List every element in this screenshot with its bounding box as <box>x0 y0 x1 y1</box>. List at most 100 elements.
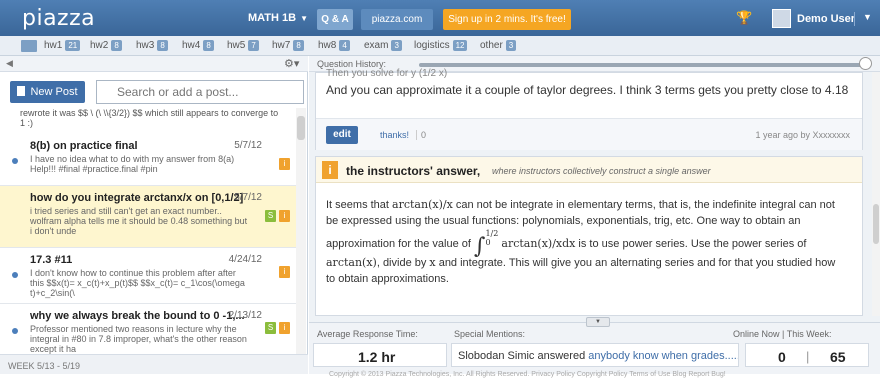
folder-count: 8 <box>111 40 122 51</box>
math-expression: arctan(x) <box>326 256 377 269</box>
mentions-label: Special Mentions: <box>454 329 526 339</box>
course-name: MATH 1B <box>248 12 297 24</box>
unread-dot <box>12 328 18 334</box>
folder-count: 7 <box>248 40 259 51</box>
user-name[interactable]: Demo User <box>797 13 855 25</box>
folder-hw5[interactable]: hw5 7 <box>227 40 259 51</box>
integral-sign: ∫ <box>473 234 486 259</box>
instructor-badge: i <box>279 266 290 278</box>
avatar[interactable] <box>772 9 791 28</box>
student-answer-card: Then you solve for y (1/2 x) And you can… <box>315 68 863 150</box>
scrollbar-thumb[interactable] <box>873 204 879 244</box>
feed-list: rewrote it was $$ \ (\ \\{3/2}) $$ which… <box>0 108 308 366</box>
thanks-button[interactable]: thanks! <box>380 130 409 140</box>
math-expression: arctan(x)/xdx <box>501 237 576 250</box>
stats-bar: ▼ Average Response Time: Special Mention… <box>309 317 880 378</box>
folder-count: 3 <box>391 40 402 51</box>
feed-scrollbar[interactable] <box>296 108 306 354</box>
student-badge: S <box>265 322 276 334</box>
collapse-arrow-icon[interactable]: ◀ <box>6 58 13 69</box>
folder-logistics[interactable]: logistics 12 <box>414 40 468 51</box>
nav-piazza-link[interactable]: piazza.com <box>361 9 433 30</box>
post-snippet: Professor mentioned two reasons in lectu… <box>30 324 247 354</box>
avg-response-value: 1.2 hr <box>358 349 396 365</box>
slider-handle[interactable] <box>859 57 872 70</box>
post-snippet: i tried series and still can't get an ex… <box>30 206 248 236</box>
feed-toolbar: ◀ ⚙▾ <box>0 56 308 72</box>
online-box: 0 | 65 <box>745 343 869 367</box>
week-divider[interactable]: WEEK 5/13 - 5/19 <box>0 354 308 374</box>
thanks-count: 0 <box>416 130 426 140</box>
post-title: 8(b) on practice final <box>30 140 138 152</box>
folder-hw1[interactable]: hw1 21 <box>44 40 81 51</box>
folder-exam[interactable]: exam 3 <box>364 40 402 51</box>
partial-text: Then you solve for y (1/2 x) <box>326 68 448 79</box>
folder-count: 8 <box>157 40 168 51</box>
post-feed-pane: ◀ ⚙▾ New Post 🔍 rewrote it was $$ \ (\ \… <box>0 56 308 374</box>
mention-text: Slobodan Simic answered anybody know whe… <box>458 350 738 362</box>
folder-hw8[interactable]: hw8 4 <box>318 40 350 51</box>
folder-icon[interactable] <box>21 40 37 52</box>
trophy-icon[interactable]: 🏆 <box>736 10 752 26</box>
post-snippet: I don't know how to continue this proble… <box>30 268 245 298</box>
folder-hw4[interactable]: hw4 8 <box>182 40 214 51</box>
answer-footer: edit thanks! 0 1 year ago by Xxxxxxxx <box>316 118 862 150</box>
integral-limits: 1/2 0 <box>485 229 499 247</box>
instructor-badge: i <box>279 322 290 334</box>
scrollbar-thumb[interactable] <box>297 116 305 140</box>
folder-hw3[interactable]: hw3 8 <box>136 40 168 51</box>
folder-count: 8 <box>203 40 214 51</box>
folder-other[interactable]: other 3 <box>480 40 517 51</box>
course-selector[interactable]: MATH 1B ▼ <box>248 12 308 24</box>
nav-qa-tab[interactable]: Q & A <box>317 9 353 30</box>
mentions-box: Slobodan Simic answered anybody know whe… <box>451 343 739 367</box>
main-content: Question History: Then you solve for y (… <box>309 56 880 378</box>
post-date: 5/7/12 <box>234 192 262 203</box>
instructor-badge: i <box>279 158 290 170</box>
user-menu-chevron-icon[interactable]: ▼ <box>854 12 872 26</box>
signup-button[interactable]: Sign up in 2 mins. It's free! <box>443 9 571 30</box>
mention-link[interactable]: anybody know when grades...... <box>588 350 738 362</box>
student-badge: S <box>265 210 276 222</box>
instructor-badge: i <box>279 210 290 222</box>
footer-text: Copyright © 2013 Piazza Technologies, In… <box>329 371 726 378</box>
instructor-answer-subtitle: where instructors collectively construct… <box>492 166 711 176</box>
student-answer-text: And you can approximate it a couple of t… <box>326 83 849 97</box>
instructor-icon: i <box>322 161 338 179</box>
post-date: 5/7/12 <box>234 140 262 151</box>
post-snippet: I have no idea what to do with my answer… <box>30 154 235 174</box>
week-label: WEEK 5/13 - 5/19 <box>8 361 81 371</box>
divider: | <box>806 349 810 364</box>
search-input[interactable] <box>96 80 304 104</box>
edit-button[interactable]: edit <box>326 126 358 144</box>
gear-icon[interactable]: ⚙▾ <box>284 57 299 70</box>
folder-count: 4 <box>339 40 350 51</box>
post-date: 2/13/12 <box>228 310 262 321</box>
question-history-slider[interactable] <box>419 63 863 67</box>
partial-post-snippet: rewrote it was $$ \ (\ \\{3/2}) $$ which… <box>20 108 279 128</box>
unread-dot <box>12 272 18 278</box>
stats-toggle[interactable]: ▼ <box>586 317 610 327</box>
new-post-icon <box>17 86 26 96</box>
unread-dot <box>12 158 18 164</box>
new-post-button[interactable]: New Post <box>10 81 85 103</box>
content-scrollbar[interactable] <box>872 72 880 316</box>
instructor-answer-text: It seems that arctan(x)/x can not be int… <box>326 198 836 285</box>
list-item[interactable]: why we always break the bound to 0 -1,..… <box>0 304 296 358</box>
folder-count: 3 <box>505 40 517 51</box>
list-item-selected[interactable]: how do you integrate arctanx/x on [0,1/2… <box>0 186 296 248</box>
list-item[interactable]: 8(b) on practice final 5/7/12 I have no … <box>0 134 296 186</box>
avg-response-label: Average Response Time: <box>317 329 418 339</box>
folder-count: 21 <box>65 40 81 51</box>
online-now-value: 0 <box>778 349 786 365</box>
folder-hw7[interactable]: hw7 8 <box>272 40 304 51</box>
post-date: 4/24/12 <box>228 254 262 265</box>
folder-hw2[interactable]: hw2 8 <box>90 40 122 51</box>
piazza-logo[interactable]: piazza <box>22 6 95 31</box>
post-title: how do you integrate arctanx/x on [0,1/2… <box>30 192 244 204</box>
instructor-answer-title: the instructors' answer, <box>346 164 481 178</box>
math-expression: arctan(x)/x <box>392 198 453 211</box>
list-item[interactable]: 17.3 #11 4/24/12 I don't know how to con… <box>0 248 296 304</box>
post-title: why we always break the bound to 0 -1,..… <box>30 310 245 322</box>
answer-timestamp: 1 year ago by Xxxxxxxx <box>755 130 850 140</box>
